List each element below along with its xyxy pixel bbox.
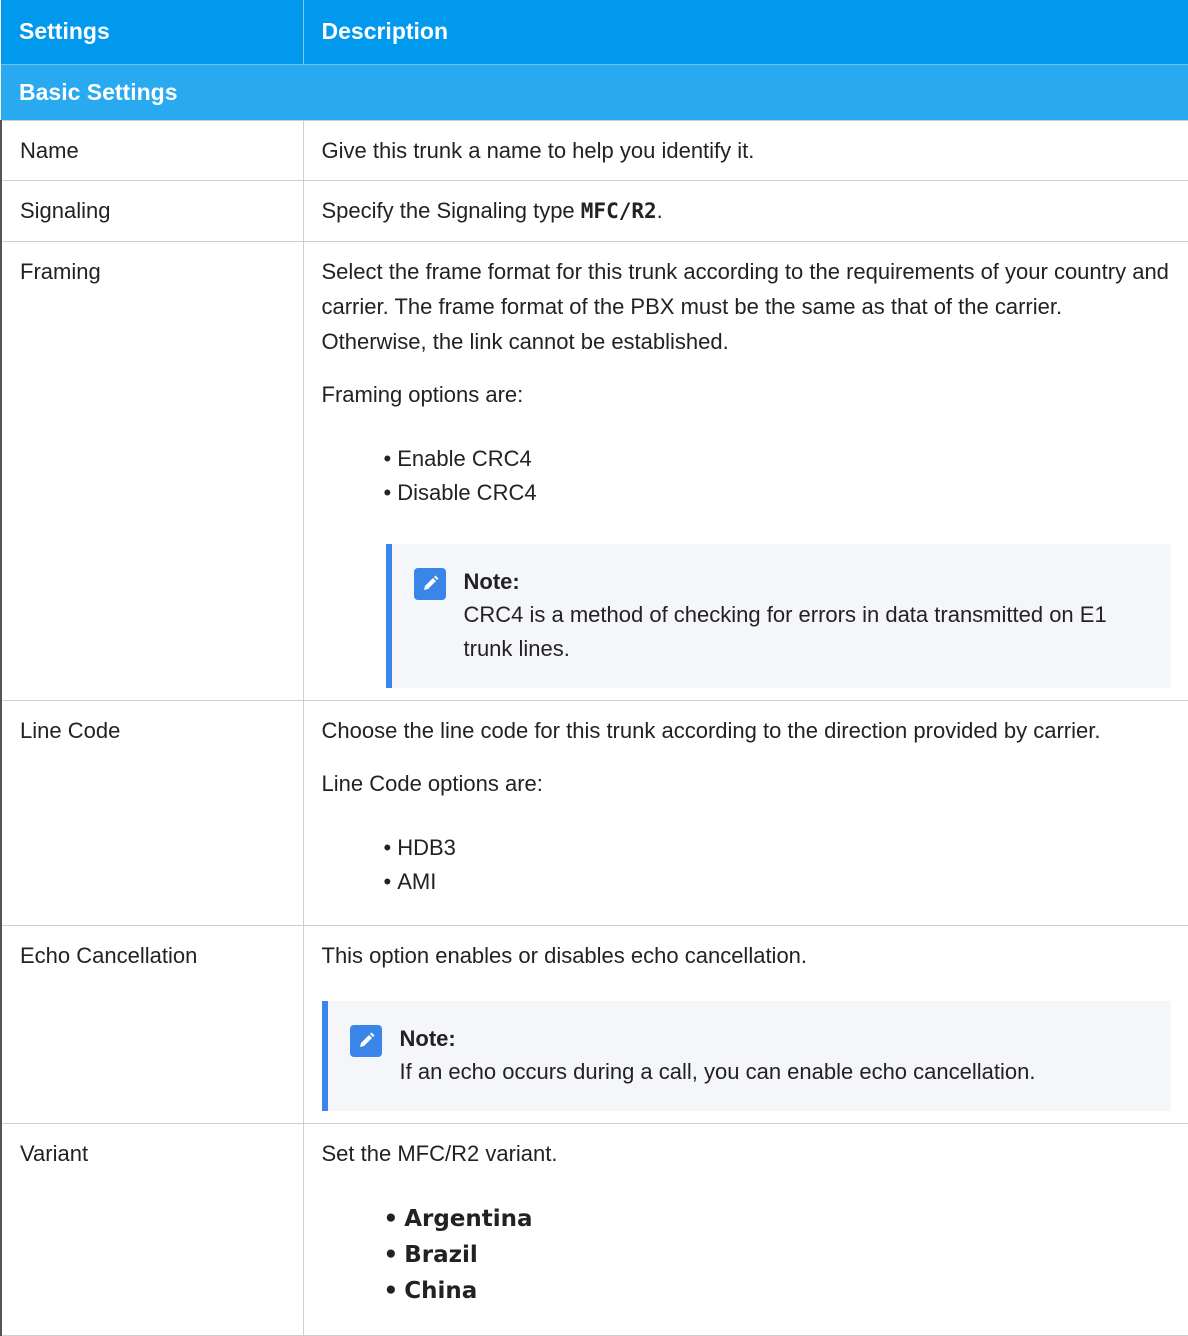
setting-label: Name <box>0 119 304 181</box>
options-list: HDB3 AMI <box>384 831 1171 899</box>
note-content: Note: If an echo occurs during a call, y… <box>400 1023 1036 1089</box>
options-list: Enable CRC4 Disable CRC4 <box>384 442 1171 510</box>
setting-description: Select the frame format for this trunk a… <box>302 240 1188 701</box>
list-item: Disable CRC4 <box>384 476 1171 510</box>
list-item: HDB3 <box>384 831 1171 865</box>
settings-table: Settings Description Basic Settings Name… <box>0 0 1188 1336</box>
description-text: Set the MFC/R2 variant. <box>321 1140 558 1166</box>
description-text: Select the frame format for this trunk a… <box>321 258 1169 354</box>
setting-label: Line Code <box>0 699 304 926</box>
note-box: Note: If an echo occurs during a call, y… <box>321 1000 1171 1111</box>
setting-description: Choose the line code for this trunk acco… <box>302 699 1188 926</box>
description-text: This option enables or disables echo can… <box>321 942 808 968</box>
note-title: Note: <box>463 568 520 594</box>
list-item: Argentina <box>384 1201 1171 1237</box>
setting-label: Signaling <box>0 179 304 242</box>
pencil-note-icon <box>349 1024 382 1057</box>
setting-description: Specify the Signaling type MFC/R2. <box>302 179 1188 242</box>
table-row-signaling: Signaling Specify the Signaling type MFC… <box>0 179 1188 242</box>
note-title: Note: <box>399 1025 456 1051</box>
setting-label: Variant <box>0 1122 304 1336</box>
description-text: Choose the line code for this trunk acco… <box>321 717 1101 743</box>
options-intro: Framing options are: <box>321 381 524 407</box>
list-item: Enable CRC4 <box>384 442 1171 476</box>
column-header-settings: Settings <box>1 0 304 64</box>
setting-description: Give this trunk a name to help you ident… <box>302 119 1188 181</box>
column-header-description: Description <box>303 0 1188 64</box>
note-text: CRC4 is a method of checking for errors … <box>463 601 1107 661</box>
list-item: Brazil <box>384 1237 1171 1273</box>
note-content: Note: CRC4 is a method of checking for e… <box>464 566 1151 666</box>
setting-label: Framing <box>0 240 304 701</box>
description-text: Specify the Signaling type MFC/R2. <box>322 193 1171 229</box>
note-box: Note: CRC4 is a method of checking for e… <box>385 543 1171 688</box>
table-row-echo-cancellation: Echo Cancellation This option enables or… <box>0 924 1188 1124</box>
description-text: Give this trunk a name to help you ident… <box>321 137 755 163</box>
table-row-framing: Framing Select the frame format for this… <box>0 240 1188 701</box>
signaling-type-code: MFC/R2 <box>580 198 657 223</box>
table-row-line-code: Line Code Choose the line code for this … <box>0 699 1188 926</box>
group-title-basic-settings: Basic Settings <box>1 63 1188 120</box>
list-item: AMI <box>384 865 1171 899</box>
setting-description: Set the MFC/R2 variant. Argentina Brazil… <box>302 1122 1188 1336</box>
table-row-name: Name Give this trunk a name to help you … <box>0 119 1188 181</box>
note-text: If an echo occurs during a call, you can… <box>399 1058 1036 1084</box>
group-row: Basic Settings <box>1 63 1188 120</box>
pencil-note-icon <box>413 567 446 600</box>
table-row-variant: Variant Set the MFC/R2 variant. Argentin… <box>0 1122 1188 1336</box>
setting-description: This option enables or disables echo can… <box>302 924 1188 1124</box>
description-prefix: Specify the Signaling type <box>321 197 581 223</box>
list-item: China <box>384 1273 1171 1309</box>
header-row: Settings Description <box>1 0 1188 64</box>
setting-label: Echo Cancellation <box>0 924 304 1124</box>
description-suffix: . <box>656 197 663 223</box>
options-intro: Line Code options are: <box>321 770 543 796</box>
options-list: Argentina Brazil China <box>384 1201 1171 1309</box>
